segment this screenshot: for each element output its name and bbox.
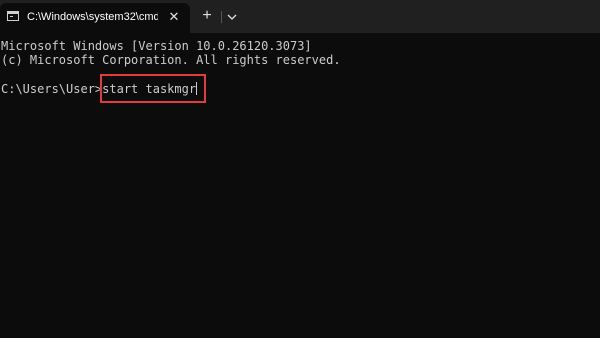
new-tab-button[interactable]: +: [198, 8, 216, 26]
tab-cmd[interactable]: C:\Windows\system32\cmd.e: ✕: [0, 3, 190, 33]
terminal-output[interactable]: Microsoft Windows [Version 10.0.26120.30…: [0, 33, 598, 336]
title-bar: C:\Windows\system32\cmd.e: ✕ +: [0, 0, 600, 33]
chevron-down-icon[interactable]: [224, 8, 240, 26]
terminal-icon: [7, 11, 19, 21]
prompt-text: C:\Users\User>: [1, 82, 103, 96]
copyright-line: (c) Microsoft Corporation. All rights re…: [1, 53, 341, 67]
close-tab-icon[interactable]: ✕: [166, 9, 182, 25]
tab-title: C:\Windows\system32\cmd.e:: [27, 11, 158, 23]
command-highlight-box: [100, 74, 206, 103]
tab-divider: [221, 11, 222, 23]
